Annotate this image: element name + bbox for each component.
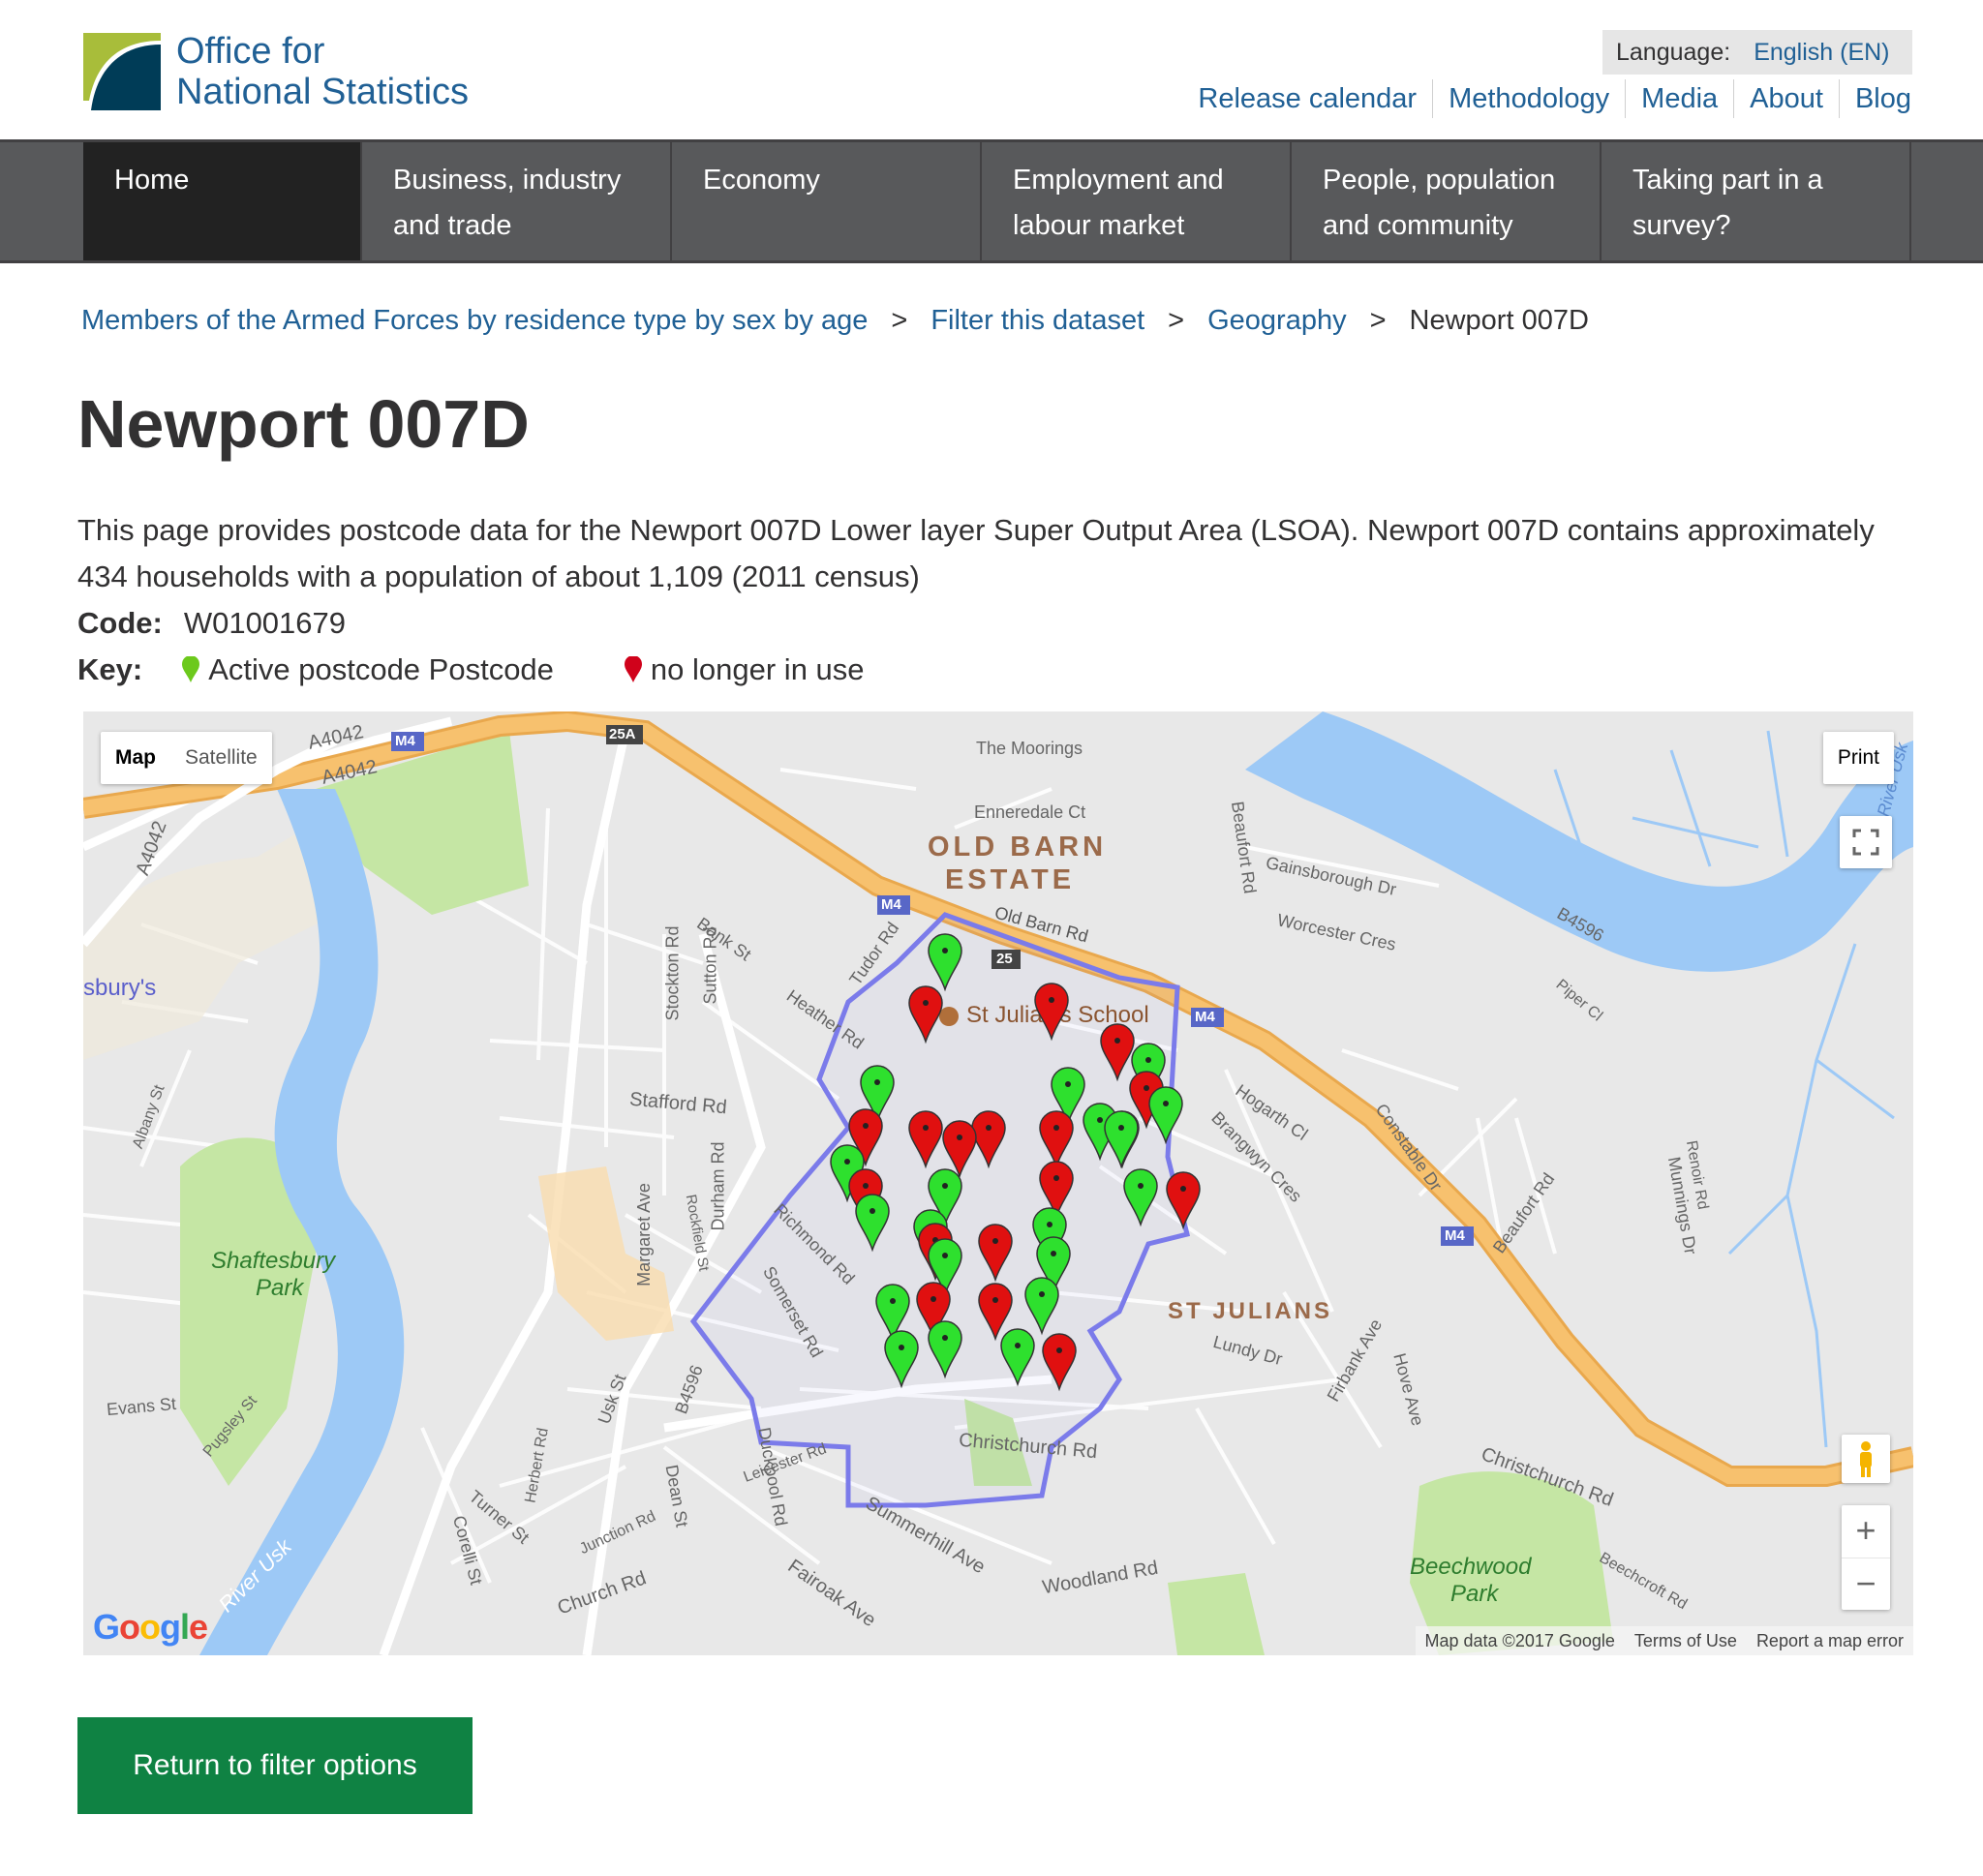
key-label: Key: <box>77 652 143 686</box>
inactive-postcode-marker[interactable] <box>1042 1333 1077 1392</box>
nav-item-home[interactable]: Home <box>83 142 362 260</box>
inactive-postcode-marker[interactable] <box>971 1110 1006 1169</box>
release-calendar-link[interactable]: Release calendar <box>1182 79 1432 118</box>
page-title: Newport 007D <box>77 386 530 462</box>
inactive-postcode-marker[interactable] <box>908 985 943 1044</box>
language-label: Language: <box>1616 38 1731 66</box>
map-type-map-button[interactable]: Map <box>101 732 170 784</box>
inactive-postcode-marker[interactable] <box>978 1224 1013 1283</box>
inactive-postcode-marker[interactable] <box>1166 1171 1201 1230</box>
nav-item-label: Employment and labour market <box>1013 165 1224 241</box>
active-postcode-marker[interactable] <box>1104 1110 1139 1169</box>
active-postcode-marker[interactable] <box>855 1194 890 1253</box>
nav-item-people[interactable]: People, population and community <box>1292 142 1602 260</box>
active-postcode-marker[interactable] <box>1123 1168 1158 1227</box>
breadcrumb-separator: > <box>1369 305 1387 336</box>
breadcrumb-separator: > <box>891 305 908 336</box>
active-pin-icon <box>182 656 200 682</box>
breadcrumb-current: Newport 007D <box>1409 305 1589 336</box>
print-button[interactable]: Print <box>1822 732 1894 784</box>
logo-line2: National Statistics <box>176 72 470 112</box>
ons-logo-icon <box>83 33 161 110</box>
active-postcode-marker[interactable] <box>928 1320 962 1379</box>
ons-logo[interactable]: Office for National Statistics <box>83 31 469 112</box>
fullscreen-icon <box>1852 829 1879 856</box>
zoom-in-button[interactable]: + <box>1842 1505 1890 1558</box>
code-value: W01001679 <box>183 606 347 640</box>
postcode-map[interactable]: M4 25A M4 25 M4 M4 OLD BARN ESTATE ST JU… <box>83 711 1913 1655</box>
inactive-postcode-marker[interactable] <box>1034 983 1069 1042</box>
breadcrumb: Members of the Armed Forces by residence… <box>81 305 1589 337</box>
methodology-link[interactable]: Methodology <box>1432 79 1625 118</box>
about-link[interactable]: About <box>1733 79 1839 118</box>
breadcrumb-geography-link[interactable]: Geography <box>1207 305 1347 337</box>
zoom-out-button[interactable]: − <box>1842 1558 1890 1611</box>
breadcrumb-filter-link[interactable]: Filter this dataset <box>930 305 1144 337</box>
nav-item-label: Taking part in a survey? <box>1632 165 1823 241</box>
inactive-postcode-marker[interactable] <box>1100 1023 1135 1082</box>
zoom-control: + − <box>1842 1505 1890 1610</box>
return-to-filter-button[interactable]: Return to filter options <box>77 1717 473 1814</box>
inactive-postcode-marker[interactable] <box>978 1283 1013 1342</box>
fullscreen-button[interactable] <box>1840 816 1892 868</box>
nav-item-survey[interactable]: Taking part in a survey? <box>1602 142 1911 260</box>
nav-item-label: People, population and community <box>1323 165 1556 241</box>
google-logo: Google <box>93 1607 208 1647</box>
street-view-pegman-button[interactable] <box>1842 1435 1890 1483</box>
report-map-error-link[interactable]: Report a map error <box>1747 1626 1913 1655</box>
terms-of-use-link[interactable]: Terms of Use <box>1625 1626 1747 1655</box>
active-postcode-marker[interactable] <box>1148 1086 1183 1145</box>
active-postcode-marker[interactable] <box>884 1330 919 1389</box>
map-key: Key: Active postcode Postcode no longer … <box>77 647 865 693</box>
postcode-markers <box>830 933 1201 1392</box>
nav-item-business[interactable]: Business, industry and trade <box>362 142 672 260</box>
blog-link[interactable]: Blog <box>1838 79 1911 118</box>
active-postcode-marker[interactable] <box>1000 1328 1035 1387</box>
map-attribution: Map data ©2017 Google Terms of Use Repor… <box>1415 1626 1913 1655</box>
breadcrumb-dataset-link[interactable]: Members of the Armed Forces by residence… <box>81 305 868 337</box>
nav-item-employment[interactable]: Employment and labour market <box>982 142 1292 260</box>
top-links: Release calendar Methodology Media About… <box>1182 79 1911 118</box>
media-link[interactable]: Media <box>1625 79 1733 118</box>
map-data-attribution: Map data ©2017 Google <box>1424 1631 1615 1650</box>
active-postcode-marker[interactable] <box>928 933 962 992</box>
language-value-link[interactable]: English (EN) <box>1754 39 1889 67</box>
code-row: Code: W01001679 <box>77 600 346 647</box>
inactive-postcode-marker[interactable] <box>908 1110 943 1169</box>
logo-text: Office for National Statistics <box>176 31 469 112</box>
nav-item-economy[interactable]: Economy <box>672 142 982 260</box>
key-inactive-label: no longer in use <box>650 652 865 686</box>
inactive-pin-icon <box>624 656 642 682</box>
intro-text: This page provides postcode data for the… <box>77 513 1875 593</box>
map-type-toggle: Map Satellite <box>101 732 272 784</box>
logo-line1: Office for <box>176 31 325 72</box>
nav-item-label: Home <box>114 165 190 196</box>
breadcrumb-separator: > <box>1168 305 1185 336</box>
key-active-label: Active postcode Postcode <box>208 652 554 686</box>
language-selector: Language: English (EN) <box>1602 30 1912 75</box>
active-postcode-marker[interactable] <box>1024 1277 1059 1336</box>
nav-item-label: Economy <box>703 165 820 196</box>
site-header: Office for National Statistics Language:… <box>0 0 1983 139</box>
map-type-satellite-button[interactable]: Satellite <box>170 732 272 784</box>
primary-nav: Home Business, industry and trade Econom… <box>0 139 1983 263</box>
inactive-postcode-marker[interactable] <box>942 1120 977 1179</box>
nav-item-label: Business, industry and trade <box>393 165 622 241</box>
code-label: Code: <box>77 606 163 640</box>
inactive-postcode-marker[interactable] <box>1039 1110 1074 1169</box>
pegman-icon <box>1860 1441 1872 1477</box>
